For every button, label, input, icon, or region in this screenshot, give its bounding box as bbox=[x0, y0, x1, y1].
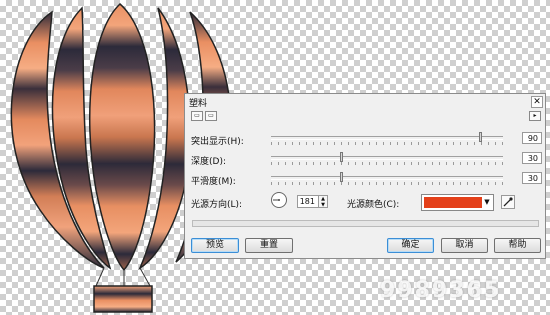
smoothness-value-field[interactable]: 30 bbox=[522, 172, 542, 184]
smoothness-slider-thumb[interactable] bbox=[339, 172, 343, 182]
depth-slider-ticks bbox=[271, 162, 503, 165]
depth-slider-thumb[interactable] bbox=[339, 152, 343, 162]
help-button[interactable]: 帮助 bbox=[494, 238, 541, 253]
preset-save-icon[interactable]: ▭ bbox=[205, 111, 217, 121]
color-swatch bbox=[424, 197, 482, 208]
depth-value-field[interactable]: 30 bbox=[522, 152, 542, 164]
smoothness-slider-ticks bbox=[271, 182, 503, 185]
light-color-picker[interactable]: ▼ bbox=[421, 194, 494, 211]
highlight-slider-thumb[interactable] bbox=[478, 132, 482, 142]
depth-slider-track[interactable] bbox=[271, 156, 503, 160]
chevron-down-icon[interactable]: ▼ bbox=[482, 196, 492, 209]
expand-right-icon[interactable]: ▸ bbox=[529, 111, 541, 121]
dialog-titlebar: 塑料 ✕ bbox=[185, 94, 545, 109]
ok-button[interactable]: 确定 bbox=[387, 238, 434, 253]
direction-dial-icon[interactable] bbox=[271, 192, 287, 208]
depth-label: 深度(D): bbox=[191, 157, 226, 167]
light-direction-label: 光源方向(L): bbox=[191, 200, 243, 210]
cancel-button[interactable]: 取消 bbox=[441, 238, 488, 253]
dialog-title: 塑料 bbox=[189, 99, 208, 109]
light-direction-spinner[interactable]: ▲ ▼ bbox=[319, 195, 328, 208]
light-direction-field[interactable]: 181 bbox=[297, 195, 319, 208]
highlight-slider-ticks bbox=[271, 142, 503, 145]
smoothness-slider-track[interactable] bbox=[271, 176, 503, 180]
close-icon[interactable]: ✕ bbox=[531, 96, 543, 108]
plastic-effect-dialog: 塑料 ✕ ▭ ▭ ▸ 突出显示(H): 90 深度(D): 30 平滑度(M):… bbox=[184, 93, 546, 259]
progress-bar bbox=[192, 220, 539, 227]
highlight-value-field[interactable]: 90 bbox=[522, 132, 542, 144]
reset-button[interactable]: 重置 bbox=[245, 238, 293, 253]
preset-icon[interactable]: ▭ bbox=[191, 111, 203, 121]
highlight-slider-track[interactable] bbox=[271, 136, 503, 140]
watermark-text: 9989365 bbox=[380, 278, 502, 303]
eyedropper-icon[interactable] bbox=[501, 195, 515, 209]
highlight-label: 突出显示(H): bbox=[191, 137, 244, 147]
spin-down-icon[interactable]: ▼ bbox=[319, 202, 327, 208]
smoothness-label: 平滑度(M): bbox=[191, 177, 236, 187]
light-color-label: 光源颜色(C): bbox=[347, 200, 400, 210]
preview-button[interactable]: 预览 bbox=[191, 238, 239, 253]
